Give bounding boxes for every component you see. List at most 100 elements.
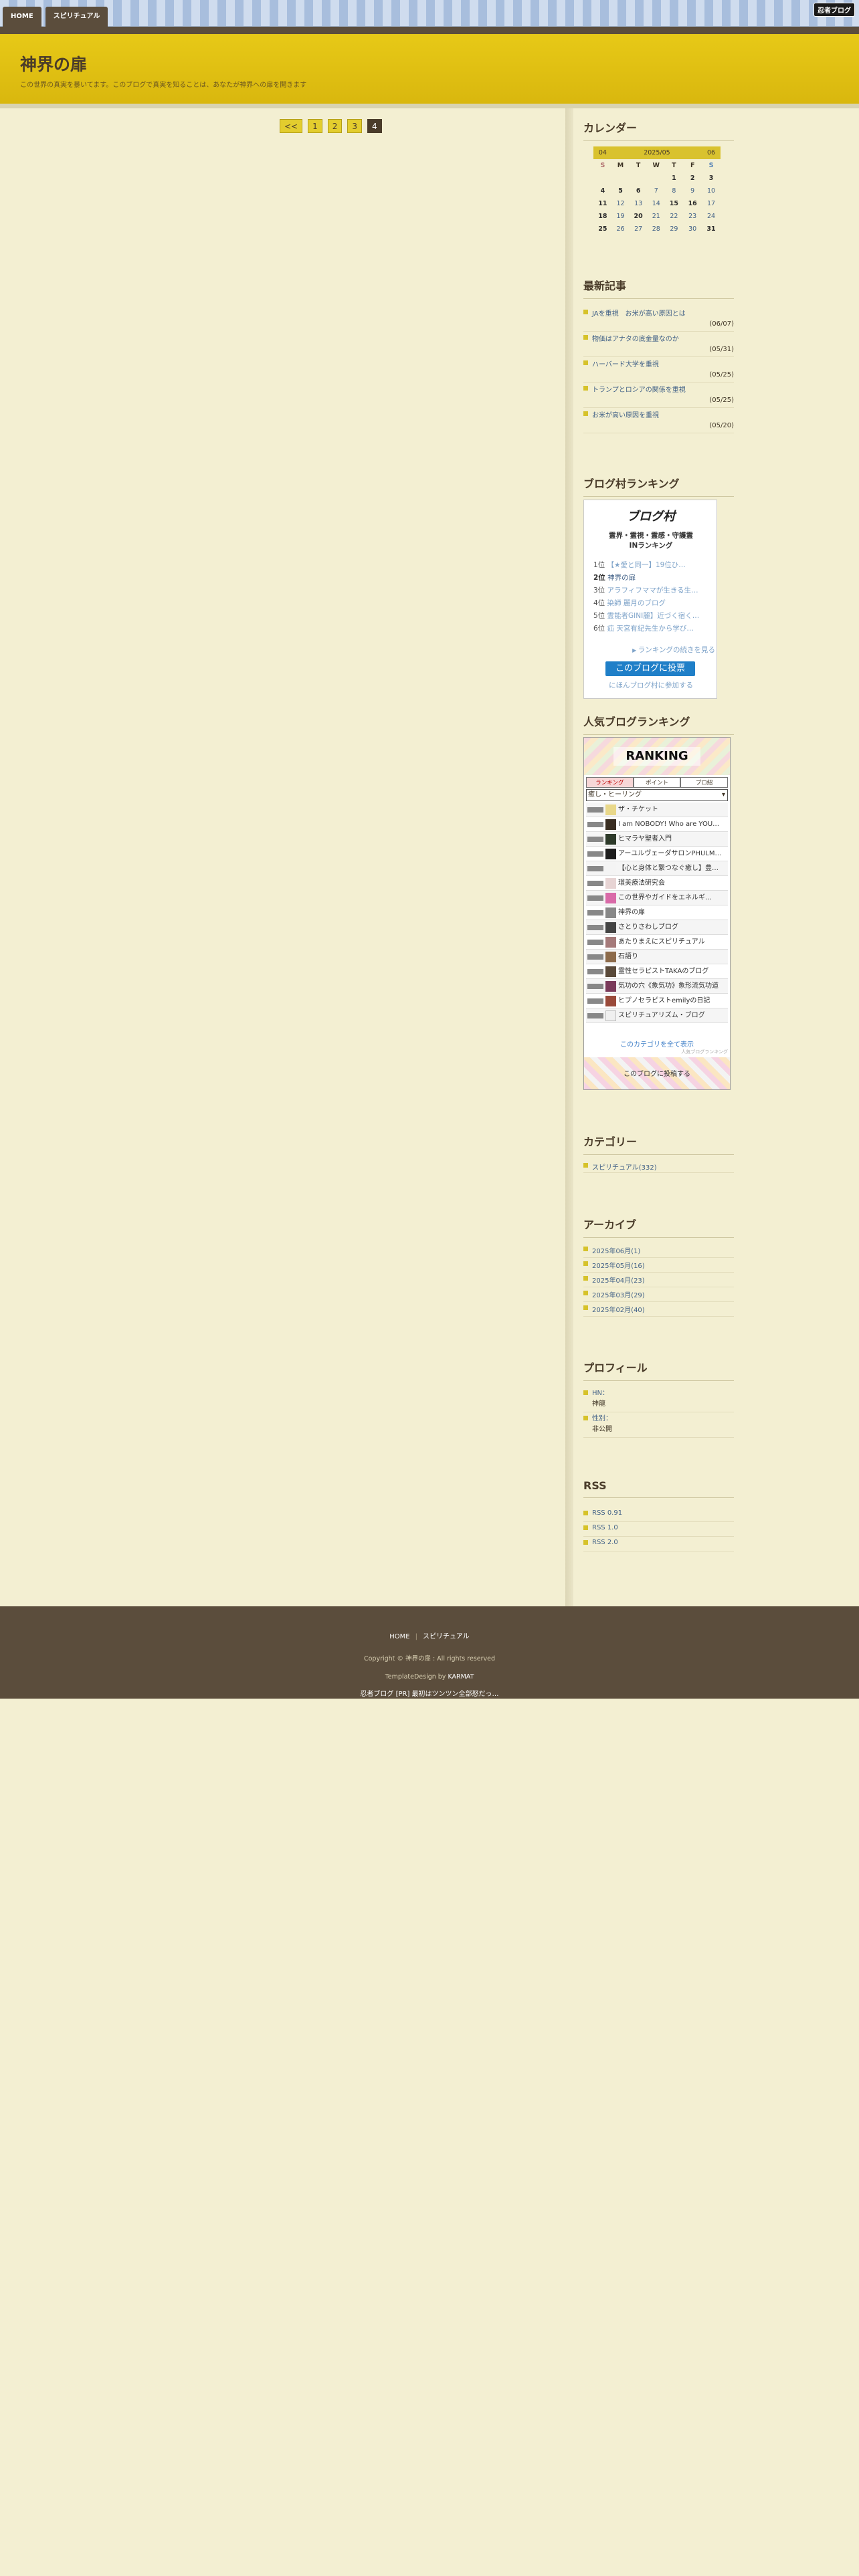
blog-name[interactable]: 環美療法研究会 — [618, 879, 665, 887]
cal-day[interactable]: 1 — [664, 172, 683, 185]
rank-title[interactable]: アラフィフママが生きる生… — [607, 586, 698, 595]
pager-page-3[interactable]: 3 — [347, 119, 363, 133]
recent-post-item[interactable]: ハーバード大学を重視 (05/25) — [583, 357, 734, 383]
rank-title[interactable]: 霊能者GINI麗】近づく宿く… — [607, 612, 700, 620]
rss-item[interactable]: RSS 2.0 — [583, 1537, 734, 1551]
template-author-link[interactable]: KARMAT — [448, 1673, 474, 1681]
blog-name[interactable]: 気功の穴《象気功》象形流気功道 — [618, 982, 719, 990]
blog-name[interactable]: ヒマラヤ聖者入門 — [618, 835, 672, 843]
list-item[interactable]: ザ・チケット — [586, 802, 728, 817]
calendar-prev-month[interactable]: 04 — [593, 146, 612, 159]
blogvillage-more-label[interactable]: ランキングの続きを見る — [638, 646, 715, 654]
blog-name[interactable]: スピリチュアリズム・ブログ — [618, 1012, 705, 1019]
list-item[interactable]: 【心と身体と繋つなぐ癒し】豊… — [586, 861, 728, 876]
tab-points[interactable]: ポイント — [633, 777, 681, 788]
list-item[interactable]: さとりさわしブログ — [586, 920, 728, 935]
ninja-blog-badge[interactable]: 忍者ブログ — [814, 3, 855, 17]
footer-nav-home[interactable]: HOME — [389, 1633, 409, 1640]
blog-name[interactable]: この世界やガイドをエネルギ… — [618, 894, 712, 901]
nav-item-home[interactable]: HOME — [3, 7, 41, 27]
recent-post-label[interactable]: ハーバード大学を重視 — [592, 361, 659, 368]
recent-post-label[interactable]: 物価はアナタの底金量なのか — [592, 336, 679, 343]
rank-title[interactable]: 染師 麗月のブログ — [607, 599, 666, 607]
show-all-category-link[interactable]: このカテゴリを全て表示 — [584, 1039, 730, 1049]
cal-day[interactable]: 15 — [664, 197, 683, 210]
blog-name[interactable]: さとりさわしブログ — [618, 924, 678, 931]
recent-post-item[interactable]: 物価はアナタの底金量なのか (05/31) — [583, 332, 734, 357]
cal-day[interactable]: 11 — [593, 197, 612, 210]
list-item[interactable]: アーユルヴェーダサロンPHULM… — [586, 847, 728, 861]
rss-item[interactable]: RSS 0.91 — [583, 1507, 734, 1522]
list-item[interactable]: ヒプノセラピストemilyの日記 — [586, 994, 728, 1008]
rank-item[interactable]: 4位 染師 麗月のブログ — [593, 597, 714, 610]
rank-title[interactable]: 【★愛と同一】19位ひ… — [607, 561, 686, 569]
rank-item[interactable]: 6位 疝 天宮有紀先生から学び… — [593, 623, 714, 635]
recent-post-label[interactable]: トランプとロシアの関係を重視 — [592, 387, 686, 394]
list-item[interactable]: あたりまえにスピリチュアル — [586, 935, 728, 950]
blog-name[interactable]: 石語り — [618, 953, 638, 960]
recent-post-item[interactable]: お米が高い原因を重視 (05/20) — [583, 408, 734, 433]
footer-ad-link[interactable]: 忍者ブログ [PR] 最初はツンツン全部怒だっ… — [0, 1688, 859, 1698]
list-item[interactable]: 環美療法研究会 — [586, 876, 728, 891]
list-item[interactable]: 神界の扉 — [586, 905, 728, 920]
nav-item-spiritual[interactable]: スピリチュアル — [45, 7, 108, 27]
cal-day[interactable]: 20 — [629, 210, 648, 223]
pager-page-2[interactable]: 2 — [327, 119, 343, 133]
pager-prev[interactable]: << — [280, 119, 303, 133]
category-select[interactable]: 癒し・ヒーリング — [586, 789, 728, 801]
cal-day[interactable]: 25 — [593, 223, 612, 235]
rank-item[interactable]: 3位 アラフィフママが生きる生… — [593, 584, 714, 597]
recent-post-label[interactable]: お米が高い原因を重視 — [592, 412, 659, 419]
pager-page-1[interactable]: 1 — [308, 119, 322, 133]
blog-name[interactable]: アーユルヴェーダサロンPHULM… — [618, 850, 721, 857]
blogvillage-logo[interactable]: ブログ村 — [584, 507, 718, 524]
list-item[interactable]: 石語り — [586, 950, 728, 964]
cal-day[interactable]: 18 — [593, 210, 612, 223]
ranking-logo[interactable]: RANKING — [613, 747, 700, 766]
tab-pro[interactable]: プロ紹 — [680, 777, 729, 788]
blog-name[interactable]: 霊性セラピストTAKAのブログ — [618, 968, 708, 975]
calendar-next-month[interactable]: 06 — [702, 146, 721, 159]
tab-ranking[interactable]: ランキング — [586, 777, 634, 788]
site-title[interactable]: 神界の扉 — [20, 51, 87, 76]
recent-post-label[interactable]: JAを重視 お米が高い原因とは — [592, 310, 686, 318]
rank-title[interactable]: 神界の扉 — [607, 574, 636, 582]
popular-join-link[interactable]: このブログに投稿する — [584, 1068, 730, 1078]
blogvillage-more-link[interactable]: ▶ ランキングの続きを見る — [584, 645, 715, 655]
blog-name[interactable]: 【心と身体と繋つなぐ癒し】豊… — [618, 865, 719, 872]
cal-day[interactable]: 3 — [702, 172, 721, 185]
blogvillage-join-link[interactable]: にほんブログ村に参加する — [584, 680, 718, 690]
cal-day[interactable]: 16 — [683, 197, 702, 210]
blog-name[interactable]: あたりまえにスピリチュアル — [618, 938, 705, 946]
rank-item[interactable]: 1位 【★愛と同一】19位ひ… — [593, 559, 714, 572]
category-item[interactable]: スピリチュアル(332) — [583, 1160, 734, 1173]
blogvillage-vote-button[interactable]: このブログに投票 — [605, 661, 695, 676]
recent-post-item[interactable]: JAを重視 お米が高い原因とは (06/07) — [583, 306, 734, 332]
blog-name[interactable]: ザ・チケット — [618, 806, 658, 813]
list-item[interactable]: スピリチュアリズム・ブログ — [586, 1008, 728, 1023]
list-item[interactable]: ヒマラヤ聖者入門 — [586, 832, 728, 847]
archive-item[interactable]: 2025年04月(23) — [583, 1273, 734, 1287]
cal-day[interactable]: 2 — [683, 172, 702, 185]
archive-item[interactable]: 2025年06月(1) — [583, 1243, 734, 1258]
list-item[interactable]: 霊性セラピストTAKAのブログ — [586, 964, 728, 979]
cal-day[interactable]: 4 — [593, 185, 612, 197]
list-item[interactable]: 気功の穴《象気功》象形流気功道 — [586, 979, 728, 994]
blog-name[interactable]: ヒプノセラピストemilyの日記 — [618, 997, 710, 1004]
recent-post-item[interactable]: トランプとロシアの関係を重視 (05/25) — [583, 383, 734, 408]
list-item[interactable]: I am NOBODY! Who are YOU… — [586, 817, 728, 832]
archive-item[interactable]: 2025年05月(16) — [583, 1258, 734, 1273]
list-item[interactable]: この世界やガイドをエネルギ… — [586, 891, 728, 905]
rank-item[interactable]: 2位 神界の扉 — [593, 572, 714, 584]
rank-title[interactable]: 疝 天宮有紀先生から学び… — [607, 625, 694, 633]
archive-item[interactable]: 2025年02月(40) — [583, 1302, 734, 1317]
blog-name[interactable]: 神界の扉 — [618, 909, 645, 916]
blog-name[interactable]: I am NOBODY! Who are YOU… — [618, 821, 719, 828]
footer-nav-spiritual[interactable]: スピリチュアル — [423, 1633, 470, 1640]
cal-day[interactable]: 5 — [612, 185, 629, 197]
rank-item[interactable]: 5位 霊能者GINI麗】近づく宿く… — [593, 610, 714, 623]
archive-item[interactable]: 2025年03月(29) — [583, 1287, 734, 1302]
cal-day[interactable]: 31 — [702, 223, 721, 235]
cal-day[interactable]: 6 — [629, 185, 648, 197]
rss-item[interactable]: RSS 1.0 — [583, 1522, 734, 1537]
